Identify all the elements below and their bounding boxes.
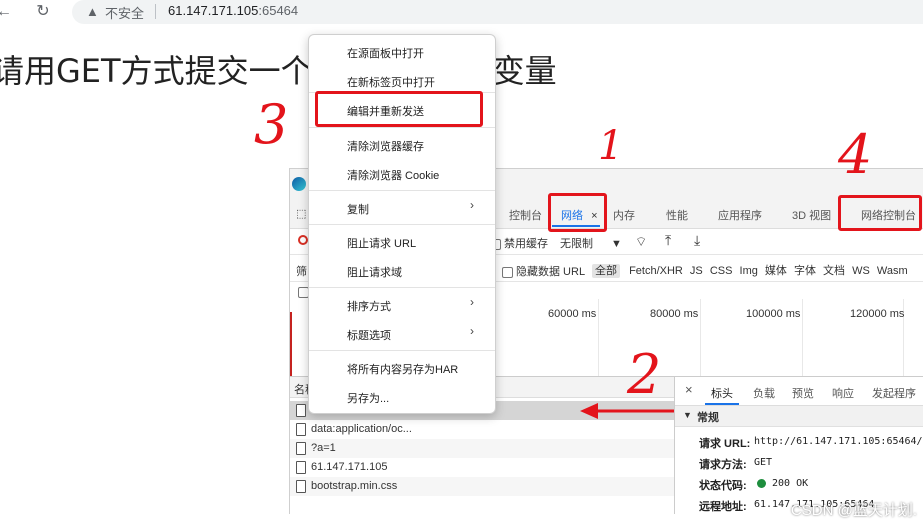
timeline-tick: 100000 ms	[746, 308, 801, 320]
annotation-number: 1	[598, 123, 624, 169]
file-icon	[296, 404, 306, 417]
edge-logo-icon	[292, 177, 306, 191]
annotation-number: 2	[627, 343, 662, 406]
detail-tab-indicator	[705, 403, 739, 405]
filter-js[interactable]: JS	[690, 265, 703, 277]
hide-data-urls-checkbox[interactable]: 隐藏数据 URL	[502, 263, 585, 279]
menu-open-in-new-tab[interactable]: 在新标签页中打开	[347, 74, 435, 90]
file-icon	[296, 461, 306, 474]
request-detail-panel: × 标头 负载 预览 响应 发起程序 ▼ 常规 请求 URL: http://6…	[675, 377, 923, 514]
detail-tab-response[interactable]: 响应	[832, 385, 854, 401]
export-har-icon[interactable]: ⤓	[694, 232, 700, 249]
hide-data-urls-label: 隐藏数据 URL	[516, 266, 586, 278]
filter-doc[interactable]: 文档	[823, 265, 845, 277]
url-port: :65464	[258, 3, 299, 18]
request-name: data:application/oc...	[311, 423, 412, 435]
annotation-number: 3	[254, 93, 289, 156]
url-text[interactable]: 61.147.171.105:65464	[168, 3, 298, 18]
disable-cache-checkbox[interactable]: 禁用缓存	[490, 235, 548, 251]
file-icon	[296, 423, 306, 436]
timeline-tick: 80000 ms	[650, 308, 699, 320]
filter-css[interactable]: CSS	[710, 265, 733, 277]
tab-memory[interactable]: 内存	[613, 207, 635, 223]
status-code-value: 200 OK	[772, 478, 809, 489]
request-name: ?a=1	[311, 442, 336, 454]
url-host: 61.147.171.105	[168, 3, 259, 18]
general-section-header[interactable]: ▼ 常规	[675, 406, 923, 427]
record-icon[interactable]	[298, 235, 308, 245]
request-row[interactable]: ?a=1	[290, 439, 674, 458]
highlight-box-resend	[315, 91, 483, 127]
filter-ws[interactable]: WS	[852, 265, 870, 277]
annotation-number: 4	[838, 123, 873, 186]
request-method-value: GET	[754, 457, 773, 468]
menu-save-as[interactable]: 另存为...	[347, 390, 389, 406]
menu-open-in-sources[interactable]: 在源面板中打开	[347, 45, 424, 61]
inspect-icon[interactable]: ⬚	[296, 207, 306, 220]
timeline-tick: 120000 ms	[850, 308, 905, 320]
request-row[interactable]: 61.147.171.105	[290, 458, 674, 477]
filter-type-list: 全部 Fetch/XHR JS CSS Img 媒体 字体 文档 WS Wasm	[592, 262, 908, 278]
menu-block-url[interactable]: 阻止请求 URL	[347, 235, 416, 251]
request-name: 61.147.171.105	[311, 461, 388, 473]
menu-copy[interactable]: 复制	[347, 201, 369, 217]
detail-tab-headers[interactable]: 标头	[711, 385, 733, 401]
back-arrow-icon[interactable]: ←	[0, 2, 14, 22]
filter-font[interactable]: 字体	[794, 265, 816, 277]
throttle-select[interactable]: 无限制 ▼	[560, 235, 622, 251]
insecure-label[interactable]: 不安全	[105, 3, 144, 22]
file-icon	[296, 480, 306, 493]
detail-close-icon[interactable]: ×	[685, 382, 693, 397]
tab-performance[interactable]: 性能	[666, 207, 688, 223]
filter-all[interactable]: 全部	[592, 264, 620, 278]
page-heading-start: 请用GET方式提交一个	[0, 52, 313, 90]
address-divider	[155, 4, 156, 19]
network-conditions-icon[interactable]: ⌔	[635, 234, 647, 250]
submenu-arrow-icon: ›	[470, 198, 474, 212]
reload-icon[interactable]: ↻	[33, 2, 53, 22]
menu-block-domain[interactable]: 阻止请求域	[347, 264, 402, 280]
filter-wasm[interactable]: Wasm	[877, 265, 908, 277]
menu-header-options[interactable]: 标题选项	[347, 327, 391, 343]
remote-address-key: 远程地址:	[699, 501, 747, 513]
request-method-key: 请求方法:	[699, 459, 747, 471]
filter-label: 筛	[296, 266, 307, 278]
filter-img[interactable]: Img	[740, 265, 758, 277]
timeline-tick: 60000 ms	[548, 308, 597, 320]
detail-tab-payload[interactable]: 负载	[753, 385, 775, 401]
tab-3d-view[interactable]: 3D 视图	[792, 207, 831, 223]
status-ok-icon	[757, 479, 766, 488]
dropdown-caret-icon: ▼	[611, 238, 622, 250]
timeline-marker	[290, 312, 292, 376]
menu-sort-by[interactable]: 排序方式	[347, 298, 391, 314]
filter-fetch-xhr[interactable]: Fetch/XHR	[629, 265, 683, 277]
menu-clear-cookies[interactable]: 清除浏览器 Cookie	[347, 167, 439, 183]
status-code-key: 状态代码:	[699, 480, 747, 492]
detail-tab-preview[interactable]: 预览	[792, 385, 814, 401]
import-har-icon[interactable]: ⤒	[665, 232, 671, 249]
watermark-text: CSDN @蓝天计划.	[790, 502, 917, 519]
section-title: 常规	[697, 412, 719, 424]
disable-cache-label: 禁用缓存	[504, 238, 548, 250]
submenu-arrow-icon: ›	[470, 324, 474, 338]
request-url-value: http://61.147.171.105:65464/	[754, 436, 923, 447]
collapse-triangle-icon: ▼	[683, 410, 692, 420]
submenu-arrow-icon: ›	[470, 295, 474, 309]
tab-console[interactable]: 控制台	[509, 207, 542, 223]
warning-triangle-icon[interactable]: ▲	[86, 4, 99, 19]
tab-application[interactable]: 应用程序	[718, 207, 762, 223]
file-icon	[296, 442, 306, 455]
highlight-box-network-tab	[548, 193, 607, 232]
request-name: bootstrap.min.css	[311, 480, 398, 492]
detail-tab-initiator[interactable]: 发起程序	[872, 385, 916, 401]
request-url-key: 请求 URL:	[699, 438, 751, 450]
menu-save-all-as-har[interactable]: 将所有内容另存为HAR	[347, 361, 458, 377]
throttle-value: 无限制	[560, 238, 593, 250]
filter-media[interactable]: 媒体	[765, 265, 787, 277]
menu-clear-cache[interactable]: 清除浏览器缓存	[347, 138, 424, 154]
highlight-box-network-console	[838, 195, 922, 231]
request-row[interactable]: bootstrap.min.css	[290, 477, 674, 496]
